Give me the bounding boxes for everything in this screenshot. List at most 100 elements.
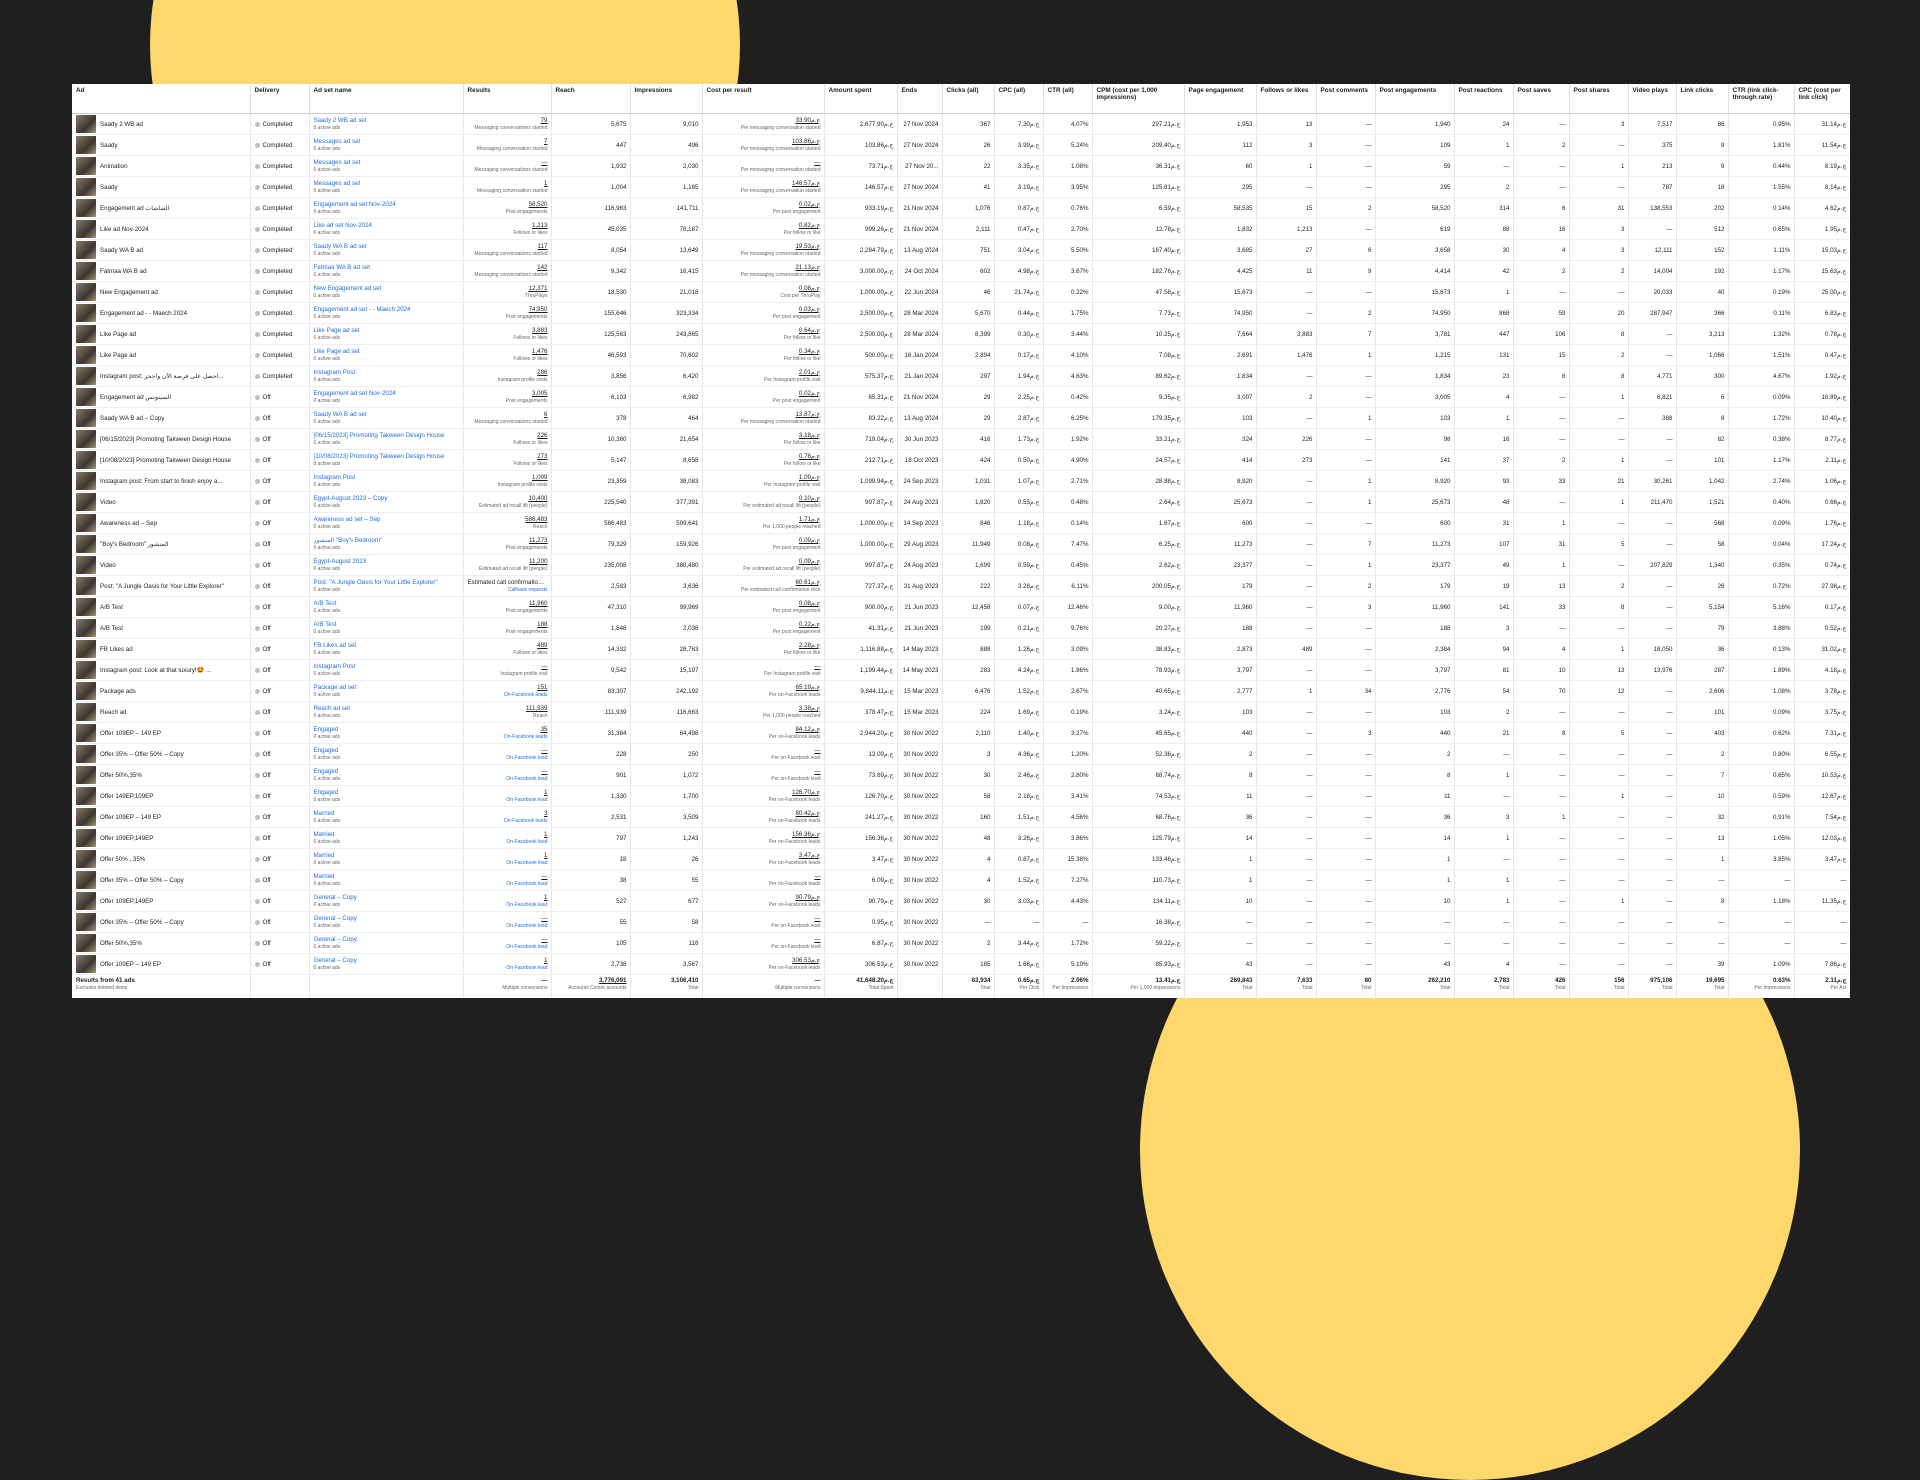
ad-set-link[interactable]: Fatmaa WA B ad set — [314, 264, 460, 271]
ad-set-cell[interactable]: Engagement ad set - - Maech 2024 0 active… — [309, 302, 464, 324]
ad-name[interactable]: Post: "A Jungle Oasis for Your Little Ex… — [100, 583, 224, 590]
table-row[interactable]: Saady WA B ad Completed Saady WA B ad set 0… — [72, 239, 1850, 261]
ad-name[interactable]: Video — [100, 499, 116, 506]
ad-set-link[interactable]: Married — [314, 831, 460, 838]
ad-name[interactable]: Animation — [100, 163, 128, 170]
table-row[interactable]: Engagement ad - - Maech 2024 Completed Eng… — [72, 302, 1850, 324]
ad-set-link[interactable]: Instagram Post — [314, 663, 460, 670]
table-row[interactable]: Offer 35% – Offer 50% – Copy Off Engaged 0 … — [72, 743, 1850, 765]
ad-set-link[interactable]: Engaged — [314, 747, 460, 754]
ad-set-cell[interactable]: Like Page ad set 0 active ads — [309, 344, 464, 366]
ad-name[interactable]: Saady WA B ad – Copy — [100, 415, 164, 422]
col-header[interactable]: Clicks (all) — [942, 84, 995, 114]
ad-name[interactable]: A/B Test — [100, 625, 123, 632]
ad-set-link[interactable]: Post: "A Jungle Oasis for Your Little Ex… — [314, 579, 460, 586]
col-header[interactable]: CPM (cost per 1,000 impressions) — [1092, 84, 1185, 114]
ad-set-link[interactable]: General – Copy — [314, 915, 460, 922]
ad-set-link[interactable]: Engagement ad set - - Maech 2024 — [314, 306, 460, 313]
ad-cell[interactable]: [06/15/2023] Promoting Takween Design Ho… — [72, 428, 251, 450]
ad-set-cell[interactable]: Messages ad set 0 active ads — [309, 155, 464, 177]
col-header[interactable]: Follows or likes — [1256, 84, 1317, 114]
ad-cell[interactable]: Post: "A Jungle Oasis for Your Little Ex… — [72, 575, 251, 597]
col-header[interactable]: Post shares — [1569, 84, 1629, 114]
col-header[interactable]: Delivery — [250, 84, 310, 114]
col-header[interactable]: Post reactions — [1454, 84, 1514, 114]
ad-set-cell[interactable]: A/B Test 0 active ads — [309, 617, 464, 639]
ad-set-cell[interactable]: New Engagement ad set 0 active ads — [309, 281, 464, 303]
ad-set-cell[interactable]: Saady 2 WB ad set 0 active ads — [309, 113, 464, 135]
table-row[interactable]: Engagement ad السيتوبس Off Engagement ad s… — [72, 386, 1850, 408]
ad-set-cell[interactable]: Awareness ad set – Sep 0 active ads — [309, 512, 464, 534]
table-row[interactable]: Animation Completed Messages ad set 0 activ… — [72, 155, 1850, 177]
ad-set-link[interactable]: General – Copy — [314, 957, 460, 964]
col-header[interactable]: CPC (all) — [994, 84, 1044, 114]
col-header[interactable]: Cost per result — [702, 84, 825, 114]
ad-cell[interactable]: Saady — [72, 176, 251, 198]
ad-name[interactable]: Offer 149EP,109EP — [100, 793, 153, 800]
ad-name[interactable]: Instagram post: Look at that luxury!🤩 ..… — [100, 666, 211, 674]
ad-name[interactable]: Offer 50%,35% — [100, 772, 142, 779]
ad-cell[interactable]: Offer 109EP – 149 EP — [72, 953, 251, 975]
ad-set-link[interactable]: Engaged — [314, 726, 460, 733]
ad-set-cell[interactable]: المنشور "Boy's Bedroom" 0 active ads — [309, 533, 464, 555]
table-row[interactable]: Offer 109EP – 149 EP Off Married 0 active a… — [72, 806, 1850, 828]
ad-set-link[interactable]: Egypt-August 2023 — [314, 558, 460, 565]
ad-set-link[interactable]: Married — [314, 873, 460, 880]
ad-set-link[interactable]: New Engagement ad set — [314, 285, 460, 292]
ad-set-link[interactable]: Reach ad set — [314, 705, 460, 712]
ad-set-cell[interactable]: Instagram Post 0 active ads — [309, 659, 464, 681]
table-row[interactable]: [10/08/2023] Promoting Takween Design Ho… — [72, 449, 1850, 471]
ad-set-cell[interactable]: Messages ad set 0 active ads — [309, 176, 464, 198]
ad-cell[interactable]: Engagement ad السيتوبس — [72, 386, 251, 408]
ad-set-cell[interactable]: Reach ad set 0 active ads — [309, 701, 464, 723]
ad-set-link[interactable]: Saady WA B ad set — [314, 243, 460, 250]
table-row[interactable]: New Engagement ad Completed New Engagement… — [72, 281, 1850, 303]
ad-set-cell[interactable]: Saady WA B ad set 0 active ads — [309, 239, 464, 261]
table-row[interactable]: Instagram post: احصل على فرصة الآن واحجز… — [72, 365, 1850, 387]
table-row[interactable]: Offer 50% , 35% Off Married 0 active ads 1 On… — [72, 848, 1850, 870]
ad-name[interactable]: Saady 2 WB ad — [100, 121, 143, 128]
table-row[interactable]: Saady Completed Messages ad set 0 active ad… — [72, 134, 1850, 156]
ad-set-link[interactable]: General – Copy — [314, 894, 460, 901]
ad-cell[interactable]: Like ad Nov-2024 — [72, 218, 251, 240]
col-header[interactable]: Ad set name — [309, 84, 464, 114]
ad-set-cell[interactable]: Married 0 active ads — [309, 848, 464, 870]
ad-cell[interactable]: Offer 50%,35% — [72, 932, 251, 954]
ad-name[interactable]: Engagement ad الشاشات — [100, 205, 169, 212]
ad-set-cell[interactable]: General – Copy 0 active ads — [309, 890, 464, 912]
ad-cell[interactable]: Offer 149EP,109EP — [72, 785, 251, 807]
ad-set-cell[interactable]: Instagram Post 0 active ads — [309, 470, 464, 492]
ad-set-cell[interactable]: Married 0 active ads — [309, 827, 464, 849]
ad-set-cell[interactable]: Engagement ad set Nov-2024 0 active ads — [309, 386, 464, 408]
col-header[interactable]: Ad — [72, 84, 251, 114]
ad-cell[interactable]: Offer 50%,35% — [72, 764, 251, 786]
ad-cell[interactable]: Offer 109EP,149EP — [72, 890, 251, 912]
ad-name[interactable]: Offer 109EP,149EP — [100, 898, 153, 905]
ad-set-link[interactable]: A/B Test — [314, 621, 460, 628]
table-row[interactable]: Video Off Egypt-August 2023 0 active ads 11,… — [72, 554, 1850, 576]
table-row[interactable]: Offer 50%,35% Off General – Copy 0 active a… — [72, 932, 1850, 954]
col-header[interactable]: Post comments — [1316, 84, 1376, 114]
table-row[interactable]: Instagram post: From start to finish enj… — [72, 470, 1850, 492]
ad-name[interactable]: Package ads — [100, 688, 136, 695]
ad-name[interactable]: New Engagement ad — [100, 289, 158, 296]
ad-cell[interactable]: Offer 109EP – 149 EP — [72, 722, 251, 744]
ad-set-link[interactable]: Messages ad set — [314, 180, 460, 187]
table-row[interactable]: Video Off Egypt-August 2023 – Copy 0 active… — [72, 491, 1850, 513]
table-row[interactable]: "Boy's Bedroom" المنشور Off المنشور "Boy's… — [72, 533, 1850, 555]
ad-cell[interactable]: Instagram post: From start to finish enj… — [72, 470, 251, 492]
ad-set-link[interactable]: Messages ad set — [314, 159, 460, 166]
ad-cell[interactable]: Saady 2 WB ad — [72, 113, 251, 135]
ad-set-link[interactable]: General – Copy — [314, 936, 460, 943]
table-row[interactable]: A/B Test Off A/B Test 0 active ads 11,960 Pos… — [72, 596, 1850, 618]
ad-cell[interactable]: A/B Test — [72, 596, 251, 618]
ad-set-cell[interactable]: Egypt-August 2023 0 active ads — [309, 554, 464, 576]
ad-name[interactable]: Offer 35% – Offer 50% – Copy — [100, 751, 184, 758]
ad-cell[interactable]: Animation — [72, 155, 251, 177]
ad-cell[interactable]: Saady WA B ad – Copy — [72, 407, 251, 429]
col-header[interactable]: Ends — [897, 84, 943, 114]
ad-set-link[interactable]: Married — [314, 810, 460, 817]
ad-name[interactable]: Instagram post: احصل على فرصة الآن واحجز… — [100, 373, 224, 380]
ad-cell[interactable]: Like Page ad — [72, 344, 251, 366]
ad-set-cell[interactable]: A/B Test 0 active ads — [309, 596, 464, 618]
